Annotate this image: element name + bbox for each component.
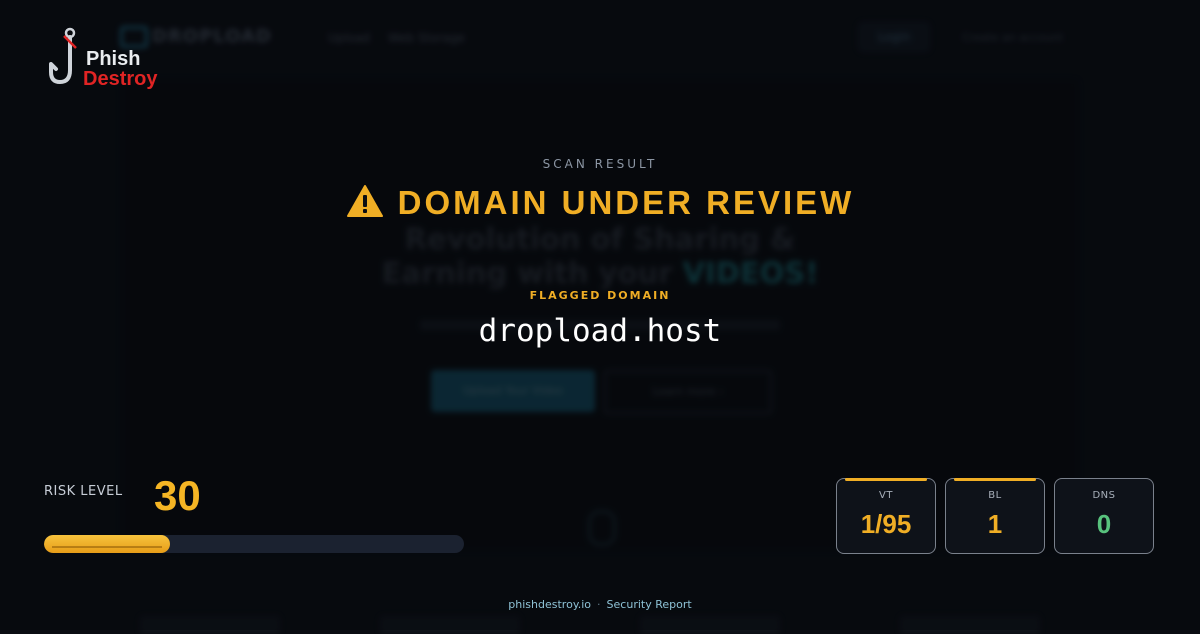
stats-cards: VT 1/95 BL 1 DNS 0 [836, 478, 1154, 554]
flagged-domain-label: FLAGGED DOMAIN [529, 289, 671, 302]
stat-value: 1 [987, 509, 1003, 539]
footer-site: phishdestroy.io [508, 598, 592, 611]
stat-value: 1/95 [860, 509, 912, 539]
verdict-heading: DOMAIN UNDER REVIEW [0, 184, 1200, 222]
flagged-domain: dropload.host [478, 313, 722, 349]
brand-word-destroy: Destroy [83, 68, 158, 90]
stat-label: BL [988, 490, 1002, 501]
stat-card-vt: VT 1/95 [836, 478, 936, 554]
footer-report: Security Report [606, 598, 692, 611]
warning-icon [346, 185, 383, 217]
risk-level-fill [44, 535, 170, 553]
stat-label: VT [879, 490, 893, 501]
phishdestroy-logo: Phish Destroy [46, 26, 186, 96]
footer-separator: · [597, 598, 601, 611]
stat-card-dns: DNS 0 [1054, 478, 1154, 554]
verdict-text: DOMAIN UNDER REVIEW [397, 184, 855, 221]
stat-value: 0 [1096, 509, 1112, 539]
stat-card-accent [954, 478, 1036, 481]
stat-card-bl: BL 1 [945, 478, 1045, 554]
stat-card-accent [1063, 478, 1145, 481]
fishhook-icon [49, 27, 77, 84]
risk-level-label: RISK LEVEL [44, 484, 123, 499]
risk-level-bar [44, 535, 464, 553]
stat-label: DNS [1092, 490, 1116, 501]
risk-level-value: 30 [154, 472, 201, 519]
scan-result-label: SCAN RESULT [542, 157, 658, 171]
stat-card-accent [845, 478, 927, 481]
footer: phishdestroy.io · Security Report [0, 598, 1200, 611]
